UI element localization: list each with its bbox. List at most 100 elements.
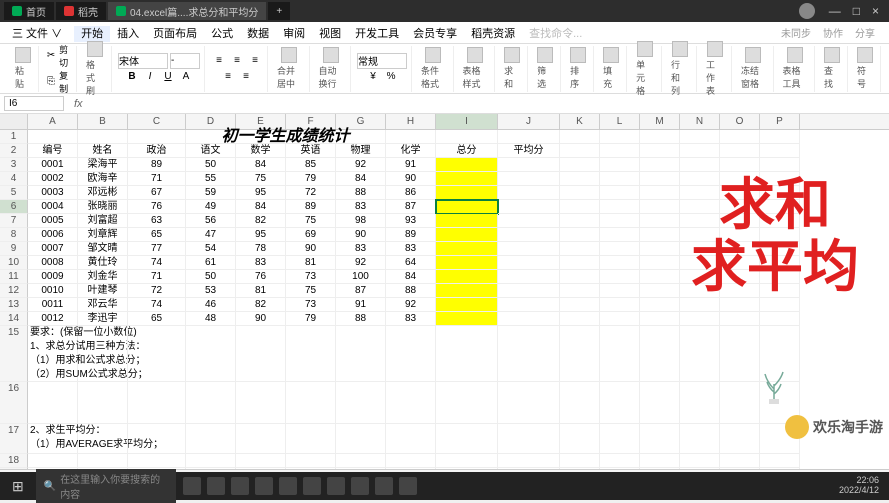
cell-A4[interactable]: 0002 — [28, 172, 78, 186]
taskbar-app-7[interactable] — [327, 477, 345, 495]
align-center-button[interactable]: ≡ — [229, 53, 245, 69]
cell-F2[interactable]: 英语 — [286, 144, 336, 158]
cell-N18[interactable] — [680, 454, 720, 468]
cell-E6[interactable]: 84 — [236, 200, 286, 214]
cell-A8[interactable]: 0006 — [28, 228, 78, 242]
cell-H14[interactable]: 83 — [386, 312, 436, 326]
format-painter-button[interactable]: 格式刷 — [83, 40, 107, 98]
cell-K15[interactable] — [560, 326, 600, 382]
cell-L16[interactable] — [600, 382, 640, 424]
cell-D19[interactable] — [186, 468, 236, 469]
cell-J5[interactable] — [498, 186, 560, 200]
row-header-2[interactable]: 2 — [0, 144, 28, 158]
italic-button[interactable]: I — [142, 69, 158, 85]
cell-C5[interactable]: 67 — [128, 186, 186, 200]
cell-E17[interactable] — [236, 424, 286, 454]
cell-M15[interactable] — [640, 326, 680, 382]
cell-J16[interactable] — [498, 382, 560, 424]
cell-B18[interactable] — [78, 454, 128, 468]
cell-I1[interactable] — [436, 130, 498, 144]
cell-E19[interactable] — [236, 468, 286, 469]
menu-5[interactable]: 审阅 — [276, 26, 312, 42]
tabletools-button[interactable]: 表格工具 — [780, 46, 811, 91]
taskbar-app-9[interactable] — [375, 477, 393, 495]
cell-C17[interactable] — [128, 424, 186, 454]
cell-K9[interactable] — [560, 242, 600, 256]
bold-button[interactable]: B — [124, 69, 140, 85]
cell-B11[interactable]: 刘金华 — [78, 270, 128, 284]
row-header-15[interactable]: 15 — [0, 326, 28, 382]
cell-N2[interactable] — [680, 144, 720, 158]
menu-1[interactable]: 插入 — [110, 26, 146, 42]
cell-F14[interactable]: 79 — [286, 312, 336, 326]
maximize-button[interactable]: □ — [847, 4, 866, 18]
cell-H8[interactable]: 89 — [386, 228, 436, 242]
cell-E7[interactable]: 82 — [236, 214, 286, 228]
cell-G6[interactable]: 83 — [336, 200, 386, 214]
col-header-O[interactable]: O — [720, 114, 760, 129]
cell-H17[interactable] — [386, 424, 436, 454]
app-tab-home[interactable]: 首页 — [4, 2, 54, 20]
cell-B5[interactable]: 邓远彬 — [78, 186, 128, 200]
cell-C18[interactable] — [128, 454, 186, 468]
cell-K16[interactable] — [560, 382, 600, 424]
wrap-button[interactable]: 自动换行 — [316, 46, 347, 91]
cell-A1[interactable] — [28, 130, 78, 144]
cell-G17[interactable] — [336, 424, 386, 454]
cell-O3[interactable] — [720, 158, 760, 172]
row-header-16[interactable]: 16 — [0, 382, 28, 424]
cell-F16[interactable] — [286, 382, 336, 424]
cell-N16[interactable] — [680, 382, 720, 424]
row-header-1[interactable]: 1 — [0, 130, 28, 144]
copy-button[interactable]: ⎘ — [45, 74, 57, 90]
cell-H6[interactable]: 87 — [386, 200, 436, 214]
row-header-18[interactable]: 18 — [0, 454, 28, 468]
fontcolor-button[interactable]: A — [178, 69, 194, 85]
cell-F10[interactable]: 81 — [286, 256, 336, 270]
cell-J15[interactable] — [498, 326, 560, 382]
cell-D5[interactable]: 59 — [186, 186, 236, 200]
cell-N1[interactable] — [680, 130, 720, 144]
cell-C12[interactable]: 72 — [128, 284, 186, 298]
cell-J14[interactable] — [498, 312, 560, 326]
cell-K8[interactable] — [560, 228, 600, 242]
cell-D2[interactable]: 语文 — [186, 144, 236, 158]
find-button[interactable]: 查找 — [821, 46, 843, 91]
cell-I2[interactable]: 总分 — [436, 144, 498, 158]
cell-J4[interactable] — [498, 172, 560, 186]
cell-B7[interactable]: 刘富超 — [78, 214, 128, 228]
row-header-14[interactable]: 14 — [0, 312, 28, 326]
cell-F5[interactable]: 72 — [286, 186, 336, 200]
cell-A18[interactable] — [28, 454, 78, 468]
cell-F3[interactable]: 85 — [286, 158, 336, 172]
cell-F12[interactable]: 75 — [286, 284, 336, 298]
cell-J18[interactable] — [498, 454, 560, 468]
system-clock[interactable]: 22:06 2022/4/12 — [833, 476, 885, 496]
merge-button[interactable]: 合并居中 — [274, 46, 305, 91]
menu-2[interactable]: 页面布局 — [146, 26, 204, 42]
row-header-3[interactable]: 3 — [0, 158, 28, 172]
cell-M12[interactable] — [640, 284, 680, 298]
cell-N15[interactable] — [680, 326, 720, 382]
cell-P18[interactable] — [760, 454, 800, 468]
spreadsheet-grid[interactable]: ABCDEFGHIJKLMNOP 1初一学生成绩统计2编号姓名政治语文数学英语物… — [0, 114, 889, 469]
cell-E12[interactable]: 81 — [236, 284, 286, 298]
cell-M6[interactable] — [640, 200, 680, 214]
currency-button[interactable]: ¥ — [365, 69, 381, 85]
cell-L12[interactable] — [600, 284, 640, 298]
cell-J6[interactable] — [498, 200, 560, 214]
col-header-D[interactable]: D — [186, 114, 236, 129]
col-header-L[interactable]: L — [600, 114, 640, 129]
cell-A7[interactable]: 0005 — [28, 214, 78, 228]
cell-H18[interactable] — [386, 454, 436, 468]
cell-D1[interactable]: 初一学生成绩统计 — [186, 130, 386, 144]
cell-A17[interactable]: 2、求生平均分：（1）用AVERAGE求平均分； — [28, 424, 78, 454]
cell-F4[interactable]: 79 — [286, 172, 336, 186]
cell-B6[interactable]: 张晓丽 — [78, 200, 128, 214]
row-header-9[interactable]: 9 — [0, 242, 28, 256]
cell-M2[interactable] — [640, 144, 680, 158]
cell-L1[interactable] — [600, 130, 640, 144]
cell-C3[interactable]: 89 — [128, 158, 186, 172]
cell-M8[interactable] — [640, 228, 680, 242]
cell-B13[interactable]: 邓云华 — [78, 298, 128, 312]
